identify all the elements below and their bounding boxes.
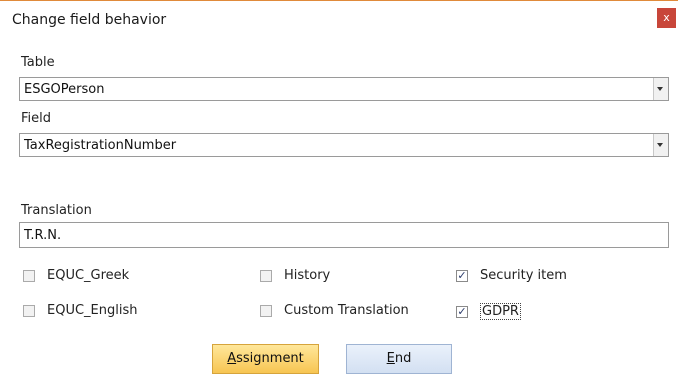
checkbox-box[interactable] bbox=[260, 269, 272, 282]
table-combobox[interactable]: ESGOPerson bbox=[19, 77, 669, 101]
checkbox-label: Custom Translation bbox=[284, 303, 409, 318]
table-value: ESGOPerson bbox=[24, 82, 105, 97]
field-value: TaxRegistrationNumber bbox=[24, 138, 177, 153]
checkbox-label: EQUC_English bbox=[47, 303, 138, 318]
field-label: Field bbox=[21, 111, 52, 126]
checkbox-box[interactable] bbox=[260, 304, 272, 317]
assignment-label-rest: ssignment bbox=[236, 351, 304, 366]
table-dropdown-button[interactable] bbox=[653, 78, 668, 100]
checkbox-history[interactable]: History bbox=[260, 268, 330, 283]
end-button[interactable]: End bbox=[346, 344, 452, 374]
close-button[interactable]: x bbox=[657, 8, 676, 28]
checkbox-custom-translation[interactable]: Custom Translation bbox=[260, 303, 409, 318]
chevron-down-icon bbox=[657, 87, 663, 91]
translation-label: Translation bbox=[21, 203, 92, 218]
checkbox-gdpr[interactable]: ✓ GDPR bbox=[456, 303, 521, 320]
change-field-behavior-dialog: Change field behavior x Table ESGOPerson… bbox=[0, 0, 678, 374]
checkbox-equc-greek[interactable]: EQUC_Greek bbox=[23, 268, 129, 283]
field-combobox[interactable]: TaxRegistrationNumber bbox=[19, 133, 669, 157]
checkbox-security-item[interactable]: ✓ Security item bbox=[456, 268, 567, 283]
translation-input[interactable]: T.R.N. bbox=[19, 222, 669, 248]
chevron-down-icon bbox=[657, 143, 663, 147]
checkbox-equc-english[interactable]: EQUC_English bbox=[23, 303, 137, 318]
check-icon: ✓ bbox=[457, 268, 467, 282]
dialog-title: Change field behavior bbox=[12, 12, 167, 28]
end-mnemonic: E bbox=[386, 351, 395, 366]
close-icon: x bbox=[663, 11, 670, 24]
field-dropdown-button[interactable] bbox=[653, 134, 668, 156]
checkbox-box[interactable] bbox=[23, 304, 35, 317]
checkbox-label: GDPR bbox=[480, 303, 521, 320]
checkbox-label: Security item bbox=[480, 268, 567, 283]
checkbox-box[interactable]: ✓ bbox=[456, 268, 468, 282]
translation-value: T.R.N. bbox=[24, 228, 62, 243]
table-label: Table bbox=[21, 55, 55, 70]
checkbox-box[interactable]: ✓ bbox=[456, 304, 468, 318]
end-label-rest: nd bbox=[394, 351, 412, 366]
assignment-mnemonic: A bbox=[227, 351, 237, 366]
checkbox-label: History bbox=[284, 268, 331, 283]
check-icon: ✓ bbox=[457, 304, 467, 318]
assignment-button[interactable]: Assignment bbox=[212, 344, 319, 374]
checkbox-box[interactable] bbox=[23, 269, 35, 282]
checkbox-label: EQUC_Greek bbox=[47, 268, 130, 283]
